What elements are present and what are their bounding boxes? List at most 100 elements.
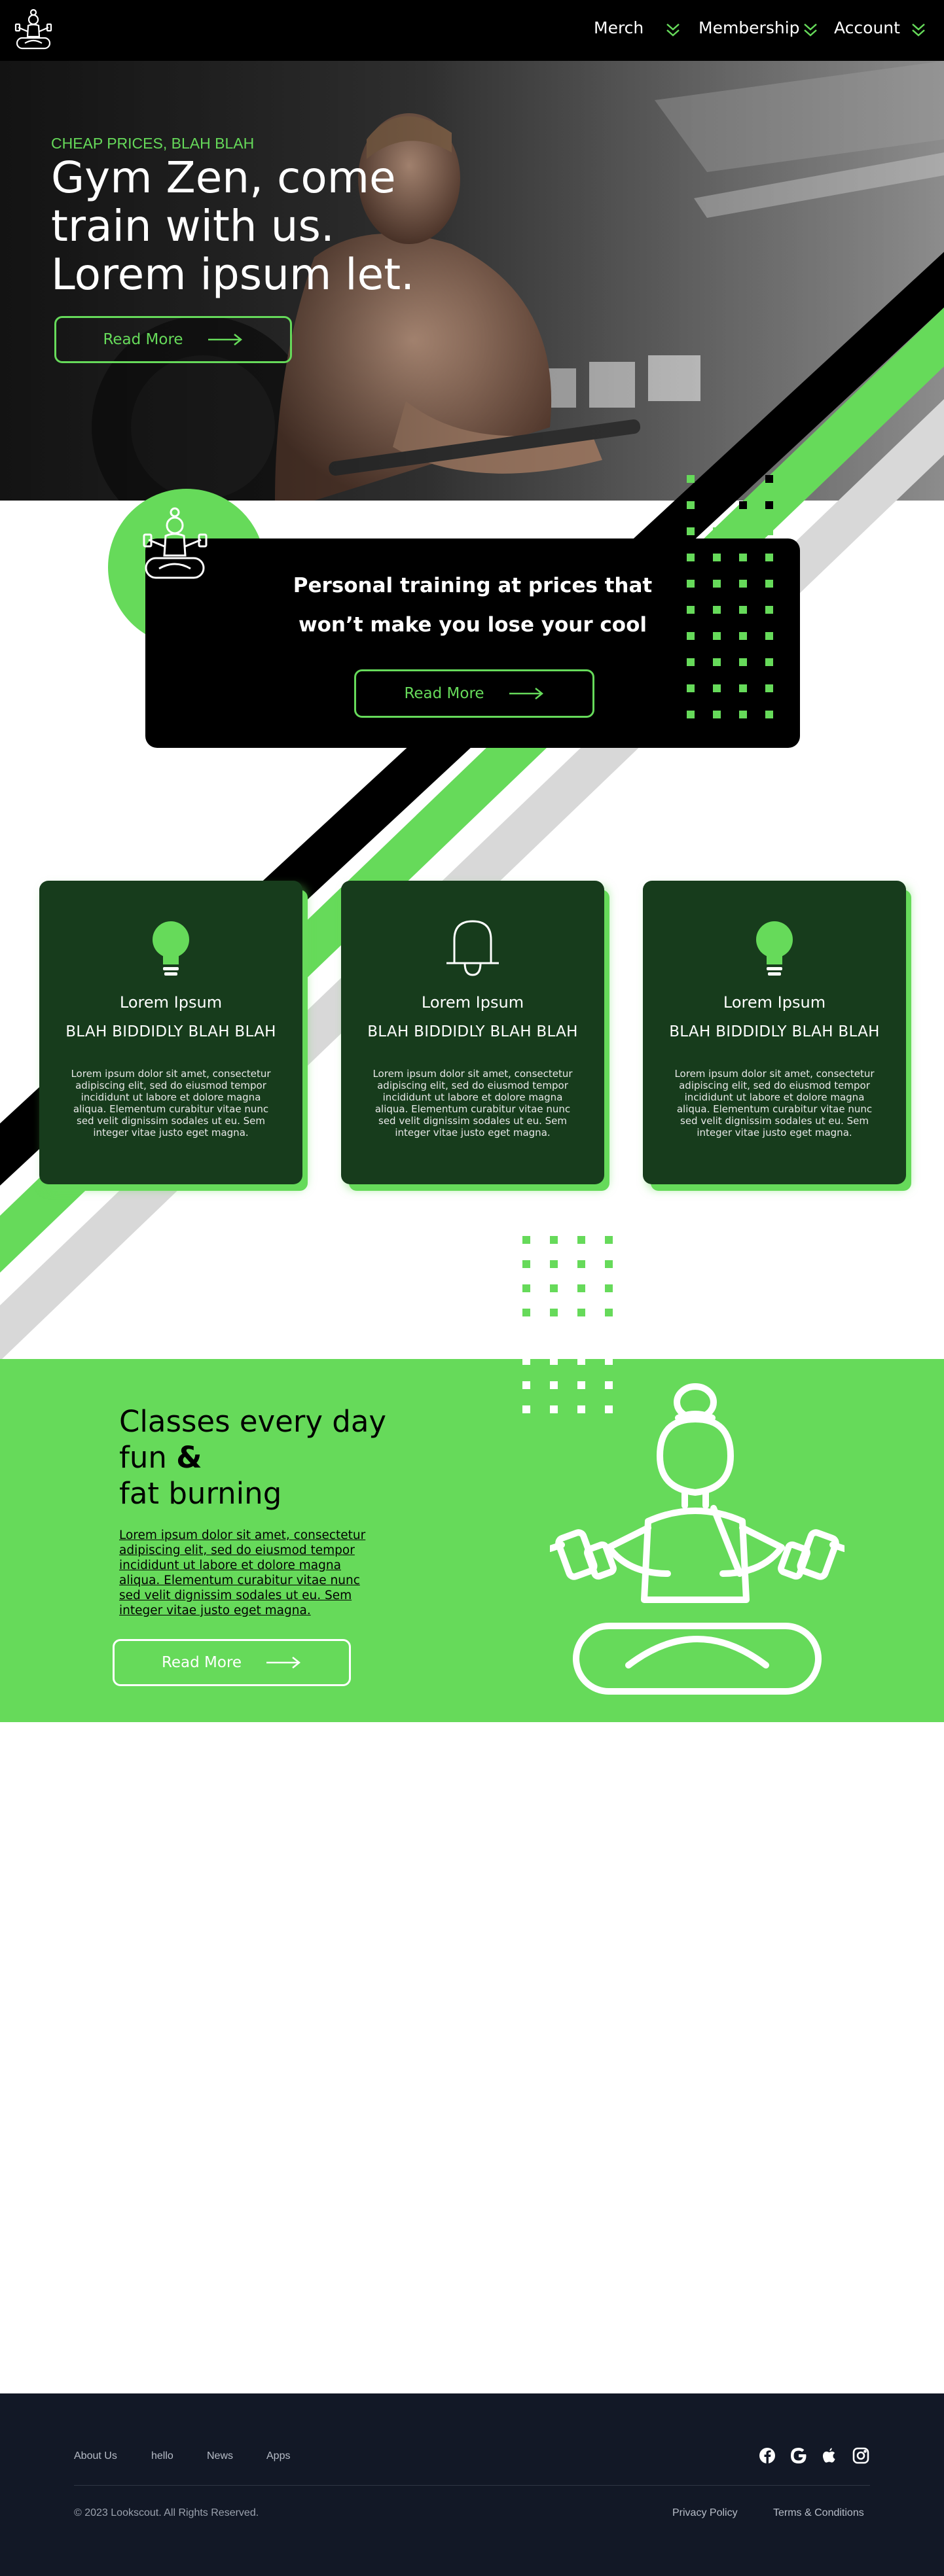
feature-body: Lorem ipsum dolor sit amet, consectetur … (674, 1068, 875, 1138)
grid-dot (605, 1284, 613, 1292)
grid-dot (687, 684, 695, 692)
grid-dot (605, 1260, 613, 1268)
grid-dot (605, 1236, 613, 1244)
grid-dot (550, 1284, 558, 1292)
classes-body-link[interactable]: Lorem ipsum dolor sit amet, consectetur … (119, 1528, 368, 1618)
grid-dot (605, 1309, 613, 1316)
meditating-dumbbell-icon (143, 507, 208, 579)
meditating-dumbbell-logo-icon[interactable] (13, 8, 54, 52)
grid-dot (739, 475, 747, 483)
grid-dot (522, 1260, 530, 1268)
grid-dot (765, 580, 773, 588)
grid-dot (605, 1381, 613, 1389)
double-chevron-down-icon[interactable] (802, 21, 819, 39)
grid-dot (522, 1357, 530, 1365)
hero-section: CHEAP PRICES, BLAH BLAH Gym Zen, come tr… (0, 61, 944, 501)
dot-grid-lower (522, 1236, 613, 1413)
grid-dot (687, 554, 695, 561)
bell-icon (446, 920, 499, 976)
grid-dot (577, 1357, 585, 1365)
double-chevron-down-icon[interactable] (664, 21, 681, 39)
google-icon[interactable] (789, 2446, 808, 2465)
classes-read-more-label: Read More (161, 1654, 242, 1671)
footer-link-about[interactable]: About Us (74, 2450, 117, 2462)
arrow-right-icon (509, 688, 543, 699)
grid-dot (550, 1333, 558, 1341)
classes-title-line1: Classes every day (119, 1404, 387, 1439)
grid-dot (765, 632, 773, 640)
feature-card-1: Lorem Ipsum BLAH BIDDIDLY BLAH BLAH Lore… (39, 881, 302, 1184)
footer-link-terms[interactable]: Terms & Conditions (773, 2507, 864, 2519)
feature-subtitle: BLAH BIDDIDLY BLAH BLAH (669, 1023, 880, 1040)
grid-dot (522, 1309, 530, 1316)
grid-dot (765, 606, 773, 614)
feature-title: Lorem Ipsum (421, 993, 524, 1012)
site-footer: About Us hello News Apps © 2023 Lookscou… (0, 2393, 944, 2576)
grid-dot (739, 606, 747, 614)
feature-body: Lorem ipsum dolor sit amet, consectetur … (71, 1068, 271, 1138)
footer-link-hello[interactable]: hello (151, 2450, 173, 2462)
grid-dot (765, 501, 773, 509)
grid-dot (577, 1381, 585, 1389)
feature-title: Lorem Ipsum (723, 993, 826, 1012)
grid-dot (739, 527, 747, 535)
grid-dot (522, 1405, 530, 1413)
nav-item-account[interactable]: Account (834, 18, 900, 37)
feature-title: Lorem Ipsum (119, 993, 223, 1012)
grid-dot (522, 1333, 530, 1341)
grid-dot (713, 501, 721, 509)
nav-item-membership[interactable]: Membership (699, 18, 800, 37)
arrow-right-icon (208, 334, 242, 345)
grid-dot (522, 1236, 530, 1244)
classes-title: Classes every day fun & fat burning (119, 1403, 460, 1511)
feature-card-3: Lorem Ipsum BLAH BIDDIDLY BLAH BLAH Lore… (643, 881, 906, 1184)
grid-dot (577, 1405, 585, 1413)
instagram-icon[interactable] (851, 2446, 871, 2465)
grid-dot (739, 632, 747, 640)
hero-read-more-label: Read More (103, 331, 183, 348)
grid-dot (765, 684, 773, 692)
grid-dot (713, 632, 721, 640)
feature-card-2: Lorem Ipsum BLAH BIDDIDLY BLAH BLAH Lore… (341, 881, 604, 1184)
grid-dot (605, 1333, 613, 1341)
hero-read-more-button[interactable]: Read More (54, 316, 292, 363)
double-chevron-down-icon[interactable] (910, 21, 927, 39)
feature-body: Lorem ipsum dolor sit amet, consectetur … (372, 1068, 573, 1138)
grid-dot (713, 475, 721, 483)
facebook-icon[interactable] (757, 2446, 777, 2465)
grid-dot (577, 1260, 585, 1268)
apple-icon[interactable] (820, 2446, 839, 2465)
grid-dot (550, 1260, 558, 1268)
footer-link-privacy[interactable]: Privacy Policy (672, 2507, 738, 2519)
grid-dot (687, 658, 695, 666)
footer-link-news[interactable]: News (207, 2450, 233, 2462)
grid-dot (739, 711, 747, 718)
arrow-right-icon (266, 1657, 301, 1668)
grid-dot (687, 606, 695, 614)
grid-dot (577, 1236, 585, 1244)
top-nav: Merch Membership Account (0, 0, 944, 61)
grid-dot (765, 475, 773, 483)
dot-grid-upper (687, 475, 773, 718)
grid-dot (739, 501, 747, 509)
grid-dot (765, 658, 773, 666)
grid-dot (687, 475, 695, 483)
grid-dot (713, 527, 721, 535)
grid-dot (687, 501, 695, 509)
grid-dot (713, 711, 721, 718)
grid-dot (522, 1381, 530, 1389)
grid-dot (687, 580, 695, 588)
grid-dot (550, 1405, 558, 1413)
cta-read-more-label: Read More (404, 685, 484, 702)
cta-read-more-button[interactable]: Read More (354, 669, 594, 718)
grid-dot (713, 580, 721, 588)
feature-subtitle: BLAH BIDDIDLY BLAH BLAH (367, 1023, 578, 1040)
grid-dot (687, 632, 695, 640)
footer-link-apps[interactable]: Apps (266, 2450, 290, 2462)
grid-dot (522, 1284, 530, 1292)
classes-read-more-button[interactable]: Read More (113, 1639, 351, 1686)
nav-item-merch[interactable]: Merch (594, 18, 644, 37)
hero-title: Gym Zen, come train with us. Lorem ipsum… (51, 152, 415, 300)
grid-dot (687, 527, 695, 535)
grid-dot (713, 658, 721, 666)
